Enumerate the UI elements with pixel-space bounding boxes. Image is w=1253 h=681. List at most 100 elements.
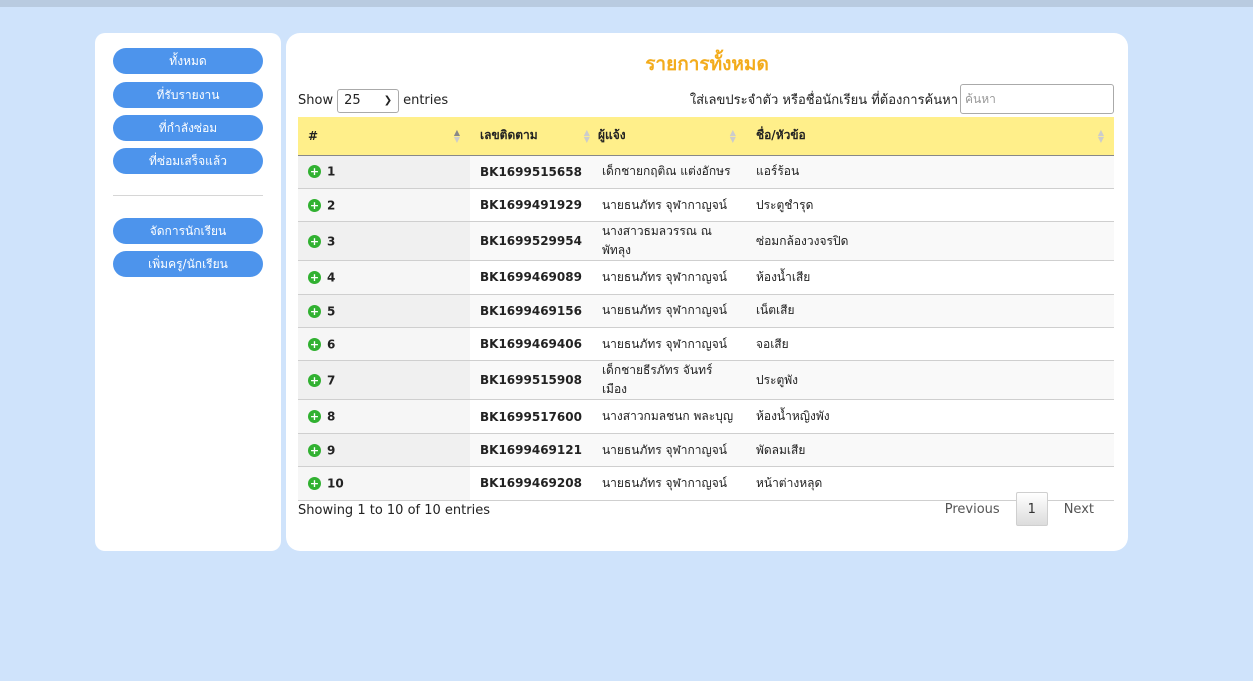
row-number-cell[interactable]: +7: [298, 360, 470, 400]
subject-cell: จอเสีย: [755, 336, 789, 351]
row-number: 6: [327, 337, 336, 352]
sidebar-item-add-teacher-student[interactable]: เพิ่มครู/นักเรียน: [113, 251, 263, 277]
column-header-tracking[interactable]: เลขติดตาม ▲ ▼: [470, 117, 592, 156]
plus-circle-icon[interactable]: +: [308, 410, 321, 424]
page-title: รายการทั้งหมด: [645, 53, 769, 75]
reporter-cell: นายธนภัทร จุฬากาญจน์: [601, 197, 727, 212]
plus-circle-icon[interactable]: +: [308, 374, 321, 388]
table-row[interactable]: +5 BK1699469156 นายธนภัทร จุฬากาญจน์ เน็…: [298, 294, 1114, 328]
plus-circle-icon[interactable]: +: [308, 338, 321, 351]
tracking-cell: BK1699469089: [480, 270, 582, 285]
row-number: 3: [327, 234, 336, 249]
top-bar: [0, 0, 1253, 7]
plus-circle-icon[interactable]: +: [308, 235, 321, 249]
table-info: Showing 1 to 10 of 10 entries: [298, 503, 490, 518]
column-header-label: ชื่อ/หัวข้อ: [755, 128, 806, 143]
sidebar-item-all[interactable]: ทั้งหมด: [113, 48, 263, 74]
previous-button[interactable]: Previous: [929, 502, 1016, 517]
sidebar: ทั้งหมด ที่รับรายงาน ที่กำลังซ่อม ที่ซ่อ…: [95, 33, 281, 551]
sort-arrows-icon: ▲ ▼: [583, 128, 590, 144]
show-label: Show: [298, 93, 334, 108]
search-label: ใส่เลขประจำตัว หรือชื่อนักเรียน ที่ต้องก…: [689, 92, 958, 108]
subject-cell: ประตูพัง: [755, 372, 799, 387]
main-panel: รายการทั้งหมด Show 25 ❯ entries ใส่เลขปร…: [286, 33, 1128, 551]
entries-label: entries: [403, 93, 449, 108]
reporter-cell: นางสาวธมลวรรณ ณ พัทลุง: [601, 224, 712, 258]
column-header-subject[interactable]: ชื่อ/หัวข้อ ▲ ▼: [745, 117, 1114, 156]
subject-cell: ซ่อมกล้องวงจรปิด: [755, 233, 849, 248]
column-header-number[interactable]: # ▲ ▼: [298, 117, 470, 156]
subject-cell: ห้องน้ำเสีย: [755, 269, 811, 284]
subject-cell: ประตูชำรุด: [755, 197, 814, 212]
sidebar-item-reported[interactable]: ที่รับรายงาน: [113, 82, 263, 108]
sidebar-item-manage-students[interactable]: จัดการนักเรียน: [113, 218, 263, 244]
tracking-cell: BK1699529954: [480, 234, 582, 249]
reporter-cell: นายธนภัทร จุฬากาญจน์: [601, 442, 727, 457]
plus-circle-icon[interactable]: +: [308, 443, 321, 457]
table-row[interactable]: +3 BK1699529954 นางสาวธมลวรรณ ณ พัทลุง ซ…: [298, 221, 1114, 261]
reporter-cell: นายธนภัทร จุฬากาญจน์: [601, 475, 727, 490]
page-1-button[interactable]: 1: [1015, 492, 1048, 526]
tracking-cell: BK1699515658: [480, 164, 582, 179]
row-number-cell[interactable]: +4: [298, 260, 470, 295]
plus-circle-icon[interactable]: +: [308, 304, 321, 318]
sidebar-divider: [113, 195, 263, 196]
tracking-cell: BK1699517600: [480, 409, 582, 424]
table-header-row: # ▲ ▼ เลขติดตาม ▲ ▼ ผู้แจ้ง ▲ ▼ ชื่อ/หัวข้อ…: [298, 117, 1114, 156]
row-number-cell[interactable]: +1: [298, 155, 470, 189]
row-number-cell[interactable]: +3: [298, 221, 470, 261]
table-row[interactable]: +6 BK1699469406 นายธนภัทร จุฬากาญจน์ จอเ…: [298, 327, 1114, 361]
chevron-down-icon: ❯: [383, 95, 393, 106]
row-number: 5: [327, 304, 336, 319]
table-row[interactable]: +4 BK1699469089 นายธนภัทร จุฬากาญจน์ ห้อ…: [298, 260, 1114, 295]
sidebar-item-completed[interactable]: ที่ซ่อมเสร็จแล้ว: [113, 148, 263, 174]
row-number: 10: [327, 476, 344, 491]
row-number: 8: [327, 409, 336, 424]
plus-circle-icon[interactable]: +: [308, 165, 321, 179]
subject-cell: แอร์ร้อน: [755, 164, 800, 179]
column-header-reporter[interactable]: ผู้แจ้ง ▲ ▼: [591, 117, 746, 156]
plus-circle-icon[interactable]: +: [308, 198, 321, 212]
row-number: 7: [327, 373, 336, 388]
table-row[interactable]: +2 BK1699491929 นายธนภัทร จุฬากาญจน์ ประ…: [298, 188, 1114, 222]
table-row[interactable]: +8 BK1699517600 นางสาวกมลชนก พละบุญ ห้อง…: [298, 399, 1114, 434]
table-row[interactable]: +9 BK1699469121 นายธนภัทร จุฬากาญจน์ พัด…: [298, 433, 1114, 467]
row-number-cell[interactable]: +6: [298, 327, 470, 361]
subject-cell: ห้องน้ำหญิงพัง: [755, 409, 830, 424]
page-length-select[interactable]: 25 ❯: [337, 89, 400, 113]
sort-arrows-icon: ▲ ▼: [729, 128, 736, 144]
table-row[interactable]: +1 BK1699515658 เด็กชายกฤติณ แต่งอักษร แ…: [298, 155, 1114, 189]
tracking-cell: BK1699469121: [480, 443, 582, 458]
sort-arrows-icon: ▲ ▼: [1097, 128, 1104, 144]
tracking-cell: BK1699469208: [480, 476, 582, 491]
reporter-cell: นายธนภัทร จุฬากาญจน์: [601, 336, 727, 351]
row-number: 2: [327, 198, 336, 213]
sidebar-item-in-progress[interactable]: ที่กำลังซ่อม: [113, 115, 263, 141]
reporter-cell: เด็กชายกฤติณ แต่งอักษร: [601, 164, 731, 179]
plus-circle-icon[interactable]: +: [308, 477, 321, 491]
row-number-cell[interactable]: +8: [298, 399, 470, 434]
column-header-label: #: [308, 128, 319, 143]
row-number: 1: [327, 164, 336, 179]
reporter-cell: นางสาวกมลชนก พละบุญ: [601, 409, 734, 424]
row-number-cell[interactable]: +9: [298, 433, 470, 467]
column-header-label: ผู้แจ้ง: [597, 128, 626, 143]
sort-arrows-icon: ▲ ▼: [453, 128, 460, 144]
next-button[interactable]: Next: [1048, 502, 1110, 517]
column-header-label: เลขติดตาม: [480, 128, 538, 143]
data-table: # ▲ ▼ เลขติดตาม ▲ ▼ ผู้แจ้ง ▲ ▼ ชื่อ/หัวข้อ…: [298, 117, 1114, 501]
row-number-cell[interactable]: +2: [298, 188, 470, 222]
table-row[interactable]: +7 BK1699515908 เด็กชายธีรภัทร จันทร์เมื…: [298, 360, 1114, 400]
reporter-cell: เด็กชายธีรภัทร จันทร์เมือง: [601, 363, 713, 397]
reporter-cell: นายธนภัทร จุฬากาญจน์: [601, 269, 727, 284]
reporter-cell: นายธนภัทร จุฬากาญจน์: [601, 303, 727, 318]
tracking-cell: BK1699469156: [480, 303, 582, 318]
row-number-cell[interactable]: +10: [298, 466, 470, 501]
plus-circle-icon[interactable]: +: [308, 271, 321, 285]
row-number: 9: [327, 443, 336, 458]
page-length-value: 25: [344, 93, 361, 108]
row-number-cell[interactable]: +5: [298, 294, 470, 328]
tracking-cell: BK1699515908: [480, 373, 582, 388]
search-input[interactable]: [960, 84, 1114, 114]
page-length-control: Show 25 ❯ entries: [298, 89, 448, 113]
